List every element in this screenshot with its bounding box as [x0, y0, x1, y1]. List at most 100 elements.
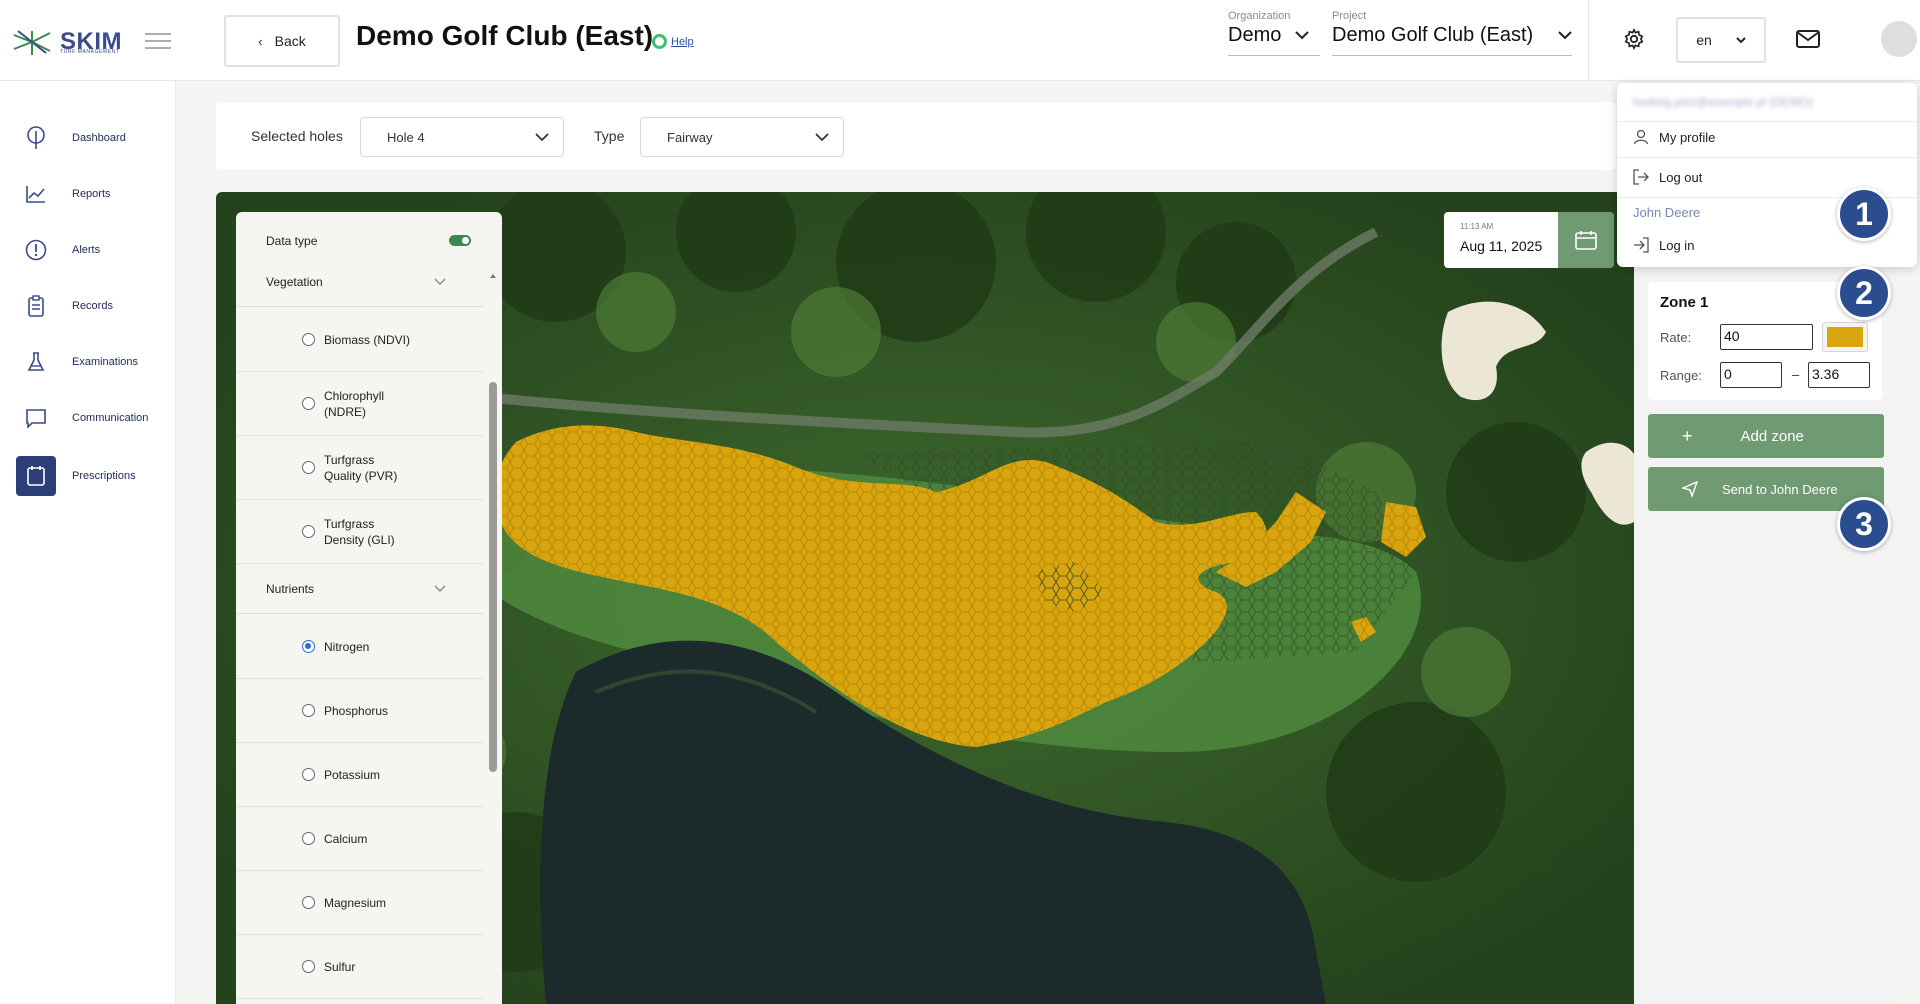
range-separator: – [1792, 367, 1800, 382]
scrollbar-thumb[interactable] [489, 382, 497, 772]
sidebar-item-label: Communication [72, 412, 149, 424]
help-link[interactable]: Help [652, 34, 694, 49]
radio-button-selected[interactable] [302, 640, 315, 653]
chevron-down-icon [1558, 31, 1572, 40]
add-zone-button[interactable]: + Add zone [1648, 414, 1884, 458]
range-from-input[interactable]: 0 [1720, 362, 1782, 388]
organization-caption: Organization [1228, 10, 1291, 22]
flask-icon [27, 352, 45, 371]
radio-button[interactable] [302, 704, 315, 717]
menu-toggle-icon[interactable] [145, 33, 171, 49]
radio-button[interactable] [302, 333, 315, 346]
sidebar-item-alerts[interactable]: Alerts [16, 230, 166, 270]
holes-select[interactable]: Hole 4 [360, 117, 564, 157]
language-value: en [1696, 32, 1712, 48]
top-bar: SKIM TURF MANAGEMENT ‹ Back Demo Golf Cl… [0, 0, 1920, 81]
radio-button[interactable] [302, 896, 315, 909]
option-calcium[interactable]: Calcium [236, 807, 484, 871]
tree-icon [27, 126, 45, 149]
chart-line-icon [26, 186, 45, 203]
calendar-icon [1575, 231, 1597, 250]
option-turfgrass-quality[interactable]: Turfgrass Quality (PVR) [236, 436, 484, 500]
option-label: Chlorophyll (NDRE) [324, 388, 385, 419]
option-sulfur[interactable]: Sulfur [236, 935, 484, 999]
date-display: 11:13 AM Aug 11, 2025 [1444, 212, 1558, 268]
option-biomass[interactable]: Biomass (NDVI) [236, 308, 484, 372]
chevron-left-icon: ‹ [258, 33, 263, 49]
data-type-title: Data type [266, 234, 318, 248]
avatar[interactable] [1881, 21, 1917, 57]
holes-value: Hole 4 [387, 129, 425, 145]
log-in-item[interactable]: Log in [1633, 237, 1694, 253]
login-icon [1634, 237, 1649, 253]
radio-button[interactable] [302, 832, 315, 845]
page-title: Demo Golf Club (East) [356, 20, 654, 51]
language-select[interactable]: en [1676, 17, 1766, 63]
group-nutrients[interactable]: Nutrients [236, 564, 484, 614]
dragonfly-icon [13, 30, 51, 55]
option-label: Magnesium [324, 895, 387, 910]
filter-bar: Selected holes Hole 4 Type Fairway [216, 102, 1616, 170]
group-vegetation[interactable]: Vegetation [236, 257, 484, 307]
organization-value: Demo [1228, 24, 1282, 46]
radio-button[interactable] [302, 397, 315, 410]
sidebar: Dashboard Reports Alerts Records Examina… [0, 81, 176, 1004]
rate-label: Rate: [1660, 330, 1692, 345]
rate-input[interactable]: 40 [1720, 324, 1813, 350]
my-profile-label: My profile [1659, 129, 1716, 145]
scroll-up-icon[interactable] [489, 272, 497, 280]
zone-color-picker[interactable] [1822, 322, 1868, 352]
option-phosphorus[interactable]: Phosphorus [236, 679, 484, 743]
gear-icon[interactable] [1623, 28, 1645, 50]
option-turfgrass-density[interactable]: Turfgrass Density (GLI) [236, 500, 484, 564]
option-potassium[interactable]: Potassium [236, 743, 484, 807]
sidebar-item-label: Reports [72, 188, 111, 200]
sidebar-item-label: Records [72, 300, 113, 312]
sidebar-item-dashboard[interactable]: Dashboard [16, 118, 166, 158]
option-label: Nitrogen [324, 639, 370, 654]
radio-button[interactable] [302, 525, 315, 538]
option-magnesium[interactable]: Magnesium [236, 871, 484, 935]
data-type-toggle[interactable] [449, 235, 471, 246]
user-email: hedwig.pisz@example.pl (DEMO) [1633, 95, 1814, 109]
option-label: Sulfur [324, 959, 356, 974]
sidebar-item-label: Alerts [72, 244, 101, 256]
range-to-input[interactable]: 3.36 [1808, 362, 1870, 388]
chevron-down-icon [1295, 31, 1310, 40]
group-label: Vegetation [266, 274, 323, 289]
skim-logo[interactable]: SKIM [12, 22, 122, 62]
help-icon [652, 34, 667, 49]
project-caption: Project [1332, 10, 1367, 22]
mail-icon[interactable] [1796, 30, 1820, 48]
option-chlorophyll[interactable]: Chlorophyll (NDRE) [236, 372, 484, 436]
my-profile-item[interactable]: My profile [1633, 129, 1715, 145]
project-select[interactable]: Project Demo Golf Club (East) [1332, 10, 1572, 56]
back-button[interactable]: ‹ Back [224, 15, 340, 67]
user-icon [1633, 129, 1649, 145]
data-type-panel: Data type Vegetation Biomass (NDVI) Chlo… [236, 212, 502, 1004]
organization-select[interactable]: Organization Demo [1228, 10, 1320, 56]
calendar-button[interactable] [1558, 212, 1614, 268]
type-value: Fairway [667, 129, 713, 145]
radio-button[interactable] [302, 461, 315, 474]
sidebar-item-communication[interactable]: Communication [16, 398, 166, 438]
option-nitrogen[interactable]: Nitrogen [236, 615, 484, 679]
zone-title: Zone 1 [1660, 294, 1709, 311]
alert-icon [25, 239, 47, 261]
sidebar-item-examinations[interactable]: Examinations [16, 342, 166, 382]
sidebar-item-label: Examinations [72, 356, 139, 368]
plus-icon: + [1682, 425, 1693, 446]
project-value: Demo Golf Club (East) [1332, 24, 1534, 46]
clipboard-icon [28, 295, 44, 317]
sidebar-item-reports[interactable]: Reports [16, 174, 166, 214]
log-out-item[interactable]: Log out [1633, 169, 1702, 185]
radio-button[interactable] [302, 960, 315, 973]
sidebar-item-prescriptions[interactable]: Prescriptions [16, 456, 166, 496]
add-zone-label: Add zone [1740, 427, 1804, 445]
option-label: Calcium [324, 831, 368, 846]
type-select[interactable]: Fairway [640, 117, 844, 157]
radio-button[interactable] [302, 768, 315, 781]
zone-color-swatch [1827, 327, 1863, 347]
chevron-down-icon [535, 133, 549, 141]
sidebar-item-records[interactable]: Records [16, 286, 166, 326]
